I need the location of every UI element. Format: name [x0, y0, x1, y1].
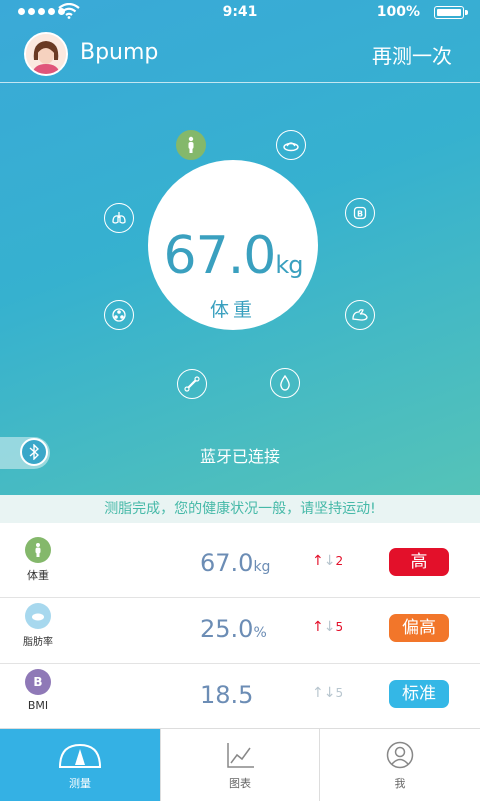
trend-value: 5: [335, 686, 344, 700]
profile-icon: [386, 741, 414, 769]
retest-button[interactable]: 再测一次: [372, 40, 452, 69]
metric-unit: %: [253, 625, 267, 641]
metric-number: 18.5: [200, 681, 254, 709]
tab-label: 图表: [229, 777, 251, 790]
battery-percent: 100%: [376, 4, 420, 20]
main-reading-circle: 67.0kg 体重: [148, 160, 318, 330]
metric-value: 25.0%: [200, 615, 267, 643]
water-icon[interactable]: [270, 368, 300, 398]
gauge-icon: [58, 743, 102, 768]
result-banner: 测脂完成，您的健康状况一般，请坚持运动!: [0, 495, 480, 523]
bmi-icon[interactable]: B: [345, 198, 375, 228]
trend-value: 5: [335, 620, 344, 634]
metabolism-icon[interactable]: [104, 300, 134, 330]
bluetooth-status: 蓝牙已连接: [199, 447, 280, 466]
lungs-icon[interactable]: [104, 203, 134, 233]
username: Bpump: [80, 40, 159, 65]
status-badge: 标准: [389, 680, 449, 708]
status-badge: 偏高: [389, 614, 449, 642]
metric-trend: ↑↓5: [312, 619, 343, 635]
chart-icon: [227, 743, 254, 768]
status-badge: 高: [389, 548, 449, 576]
trend-up-icon: ↑: [312, 619, 324, 635]
metric-value: 18.5: [200, 681, 253, 709]
metric-name: BMI: [27, 699, 49, 712]
tab-label: 测量: [69, 777, 91, 790]
main-reading-number: 67.0: [163, 226, 277, 286]
metric-row-bmi[interactable]: B BMI 18.5 ↑↓5 标准: [0, 663, 480, 729]
trend-up-icon: ↑: [312, 685, 324, 701]
tab-bar: 测量 图表 我: [0, 728, 480, 801]
bone-icon[interactable]: [177, 369, 207, 399]
app-header: Bpump 再测一次: [0, 26, 480, 83]
bmi-icon: B: [25, 669, 51, 695]
main-reading-label: 体重: [209, 299, 256, 321]
tab-divider: [160, 729, 161, 801]
trend-down-icon: ↓: [323, 619, 336, 635]
trend-up-icon: ↑: [312, 553, 324, 569]
muscle-icon[interactable]: [345, 300, 375, 330]
weight-icon: [25, 537, 51, 563]
trend-down-icon: ↓: [323, 685, 336, 701]
svg-text:B: B: [357, 210, 363, 219]
trend-down-icon: ↓: [323, 553, 336, 569]
metric-number: 25.0: [200, 615, 254, 643]
metric-row-weight[interactable]: 体重 67.0kg ↑↓2 高: [0, 531, 480, 598]
metric-name: 脂肪率: [23, 637, 53, 648]
weight-icon[interactable]: [176, 130, 206, 160]
metric-trend: ↑↓5: [312, 685, 343, 701]
scale-icon: [25, 603, 51, 629]
metric-unit: kg: [253, 559, 271, 575]
tab-chart[interactable]: 图表: [160, 729, 320, 801]
metric-trend: ↑↓2: [312, 553, 343, 569]
hero-panel: 9:41 100% Bpump 再测一次 B 67.0kg 体重 蓝牙已连接: [0, 0, 480, 495]
avatar-icon: [26, 34, 66, 74]
main-reading-unit: kg: [275, 251, 303, 279]
scale-icon[interactable]: [276, 130, 306, 160]
trend-value: 2: [335, 554, 344, 568]
metric-value: 67.0kg: [200, 549, 270, 577]
metric-row-body-fat[interactable]: 脂肪率 25.0% ↑↓5 偏高: [0, 597, 480, 664]
battery-icon: [434, 6, 468, 19]
tab-me[interactable]: 我: [320, 729, 480, 801]
main-reading-value: 67.0kg: [148, 226, 318, 286]
status-bar: 9:41 100%: [0, 0, 480, 26]
metric-name: 体重: [27, 569, 49, 582]
metric-number: 67.0: [200, 549, 254, 577]
tab-label: 我: [394, 777, 406, 790]
tab-measure[interactable]: 测量: [0, 729, 160, 801]
avatar[interactable]: [24, 32, 68, 76]
